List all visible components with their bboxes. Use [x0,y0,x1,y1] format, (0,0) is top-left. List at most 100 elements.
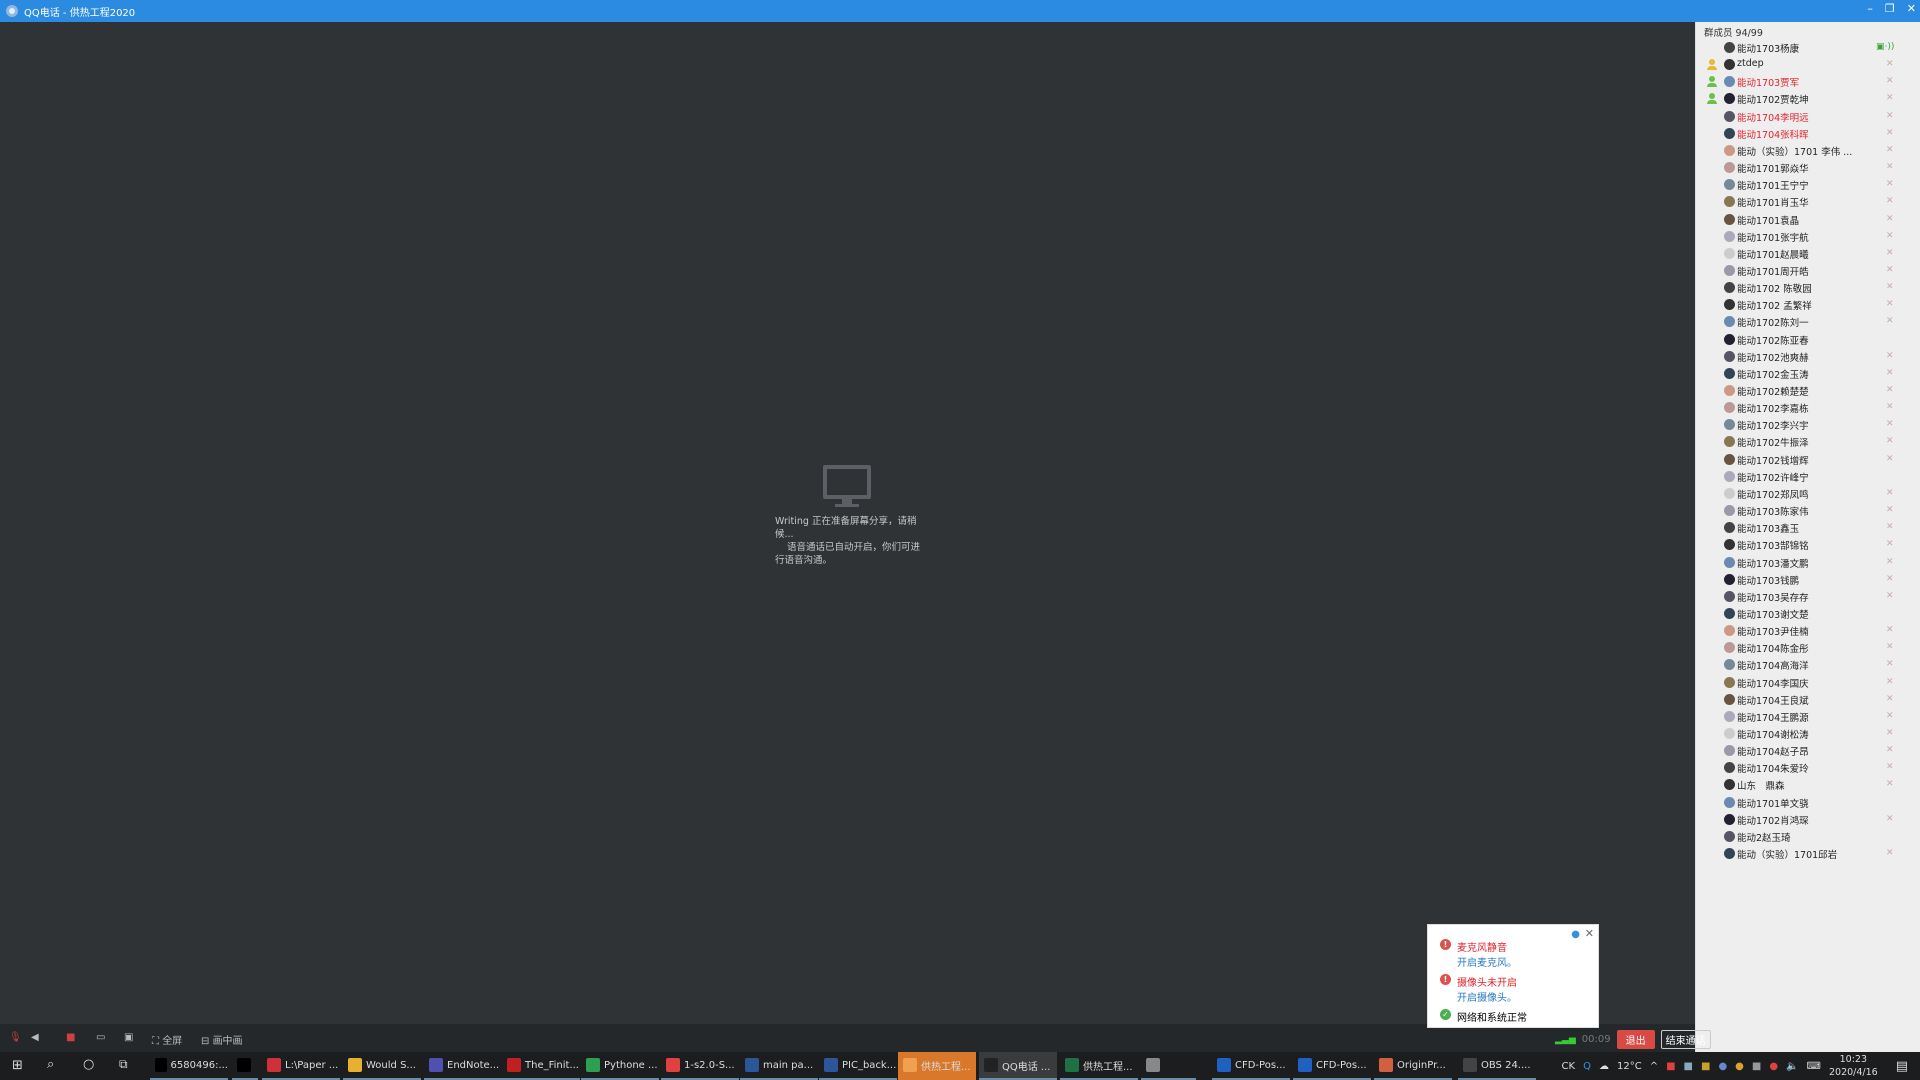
share-screen-icon[interactable]: ▭ [96,1032,105,1043]
member-row[interactable]: 能动1701肖玉华 ✕ [1696,193,1914,210]
member-row[interactable]: 能动1703钱鹏 ✕ [1696,571,1914,588]
member-row[interactable]: 能动1703陈家伟 ✕ [1696,502,1914,519]
member-row[interactable]: 能动1701郭焱华 ✕ [1696,159,1914,176]
member-row[interactable]: 能动1702陈亚春 [1696,331,1914,348]
taskbar-app[interactable]: main pa... [740,1052,818,1080]
member-row[interactable]: 能动1702 陈敬园 ✕ [1696,279,1914,296]
taskbar-app[interactable] [232,1052,258,1080]
member-row[interactable]: 能动1701赵晨曦 ✕ [1696,245,1914,262]
member-row[interactable]: 能动1702金玉涛 ✕ [1696,365,1914,382]
clock[interactable]: 10:23 2020/4/16 [1829,1053,1878,1079]
mic-muted-icon[interactable]: 🎙 [9,1032,22,1043]
member-row[interactable]: 能动1704陈金彤 ✕ [1696,639,1914,656]
taskbar-app[interactable]: L:\Paper ... [262,1052,340,1080]
restore-button[interactable]: ❐ [1885,2,1895,15]
volume-icon[interactable]: 🔈 [1786,1061,1798,1072]
member-row[interactable]: 能动2赵玉琦 [1696,828,1914,845]
member-row[interactable]: 能动1701王宁宁 ✕ [1696,176,1914,193]
enable-camera-link[interactable]: 开启摄像头。 [1457,989,1517,1004]
tray-app-icon[interactable]: ■ [1684,1061,1693,1072]
taskbar-app[interactable]: EndNote... [424,1052,502,1080]
taskbar-app[interactable]: CFD-Pos... [1212,1052,1290,1080]
member-row[interactable]: 能动1704李国庆 ✕ [1696,674,1914,691]
member-row[interactable]: 山东 鼎森 ✕ [1696,776,1914,793]
enable-mic-link[interactable]: 开启麦克风。 [1457,954,1517,969]
member-row[interactable]: 能动1701周开皓 ✕ [1696,262,1914,279]
taskbar-app[interactable]: OriginPr... [1374,1052,1452,1080]
weather-icon[interactable]: ☁ [1599,1061,1609,1072]
taskbar-app[interactable]: PIC_back... [819,1052,897,1080]
member-row[interactable]: 能动1703潘文鹏 ✕ [1696,554,1914,571]
member-row[interactable]: 能动1704高海洋 ✕ [1696,656,1914,673]
member-row[interactable]: ztdep ✕ [1696,56,1914,73]
taskbar-app[interactable]: 供热工程... [1060,1052,1138,1080]
taskbar-app[interactable]: 供热工程... [898,1052,976,1080]
member-row[interactable]: 能动1703鑫玉 ✕ [1696,519,1914,536]
popup-close-icon[interactable]: ✕ [1585,927,1594,940]
member-row[interactable]: 能动1702赖楚楚 ✕ [1696,382,1914,399]
taskbar-app[interactable]: QQ电话 ... [979,1052,1057,1080]
pip-button[interactable]: ⊟ 画中画 [201,1032,243,1047]
tray-app-icon[interactable]: ● [1735,1061,1744,1072]
tray-app-icon[interactable]: ● [1718,1061,1727,1072]
member-row[interactable]: 能动1703吴存存 ✕ [1696,588,1914,605]
taskbar-app[interactable]: CFD-Pos... [1293,1052,1371,1080]
member-row[interactable]: 能动1704王鹏源 ✕ [1696,708,1914,725]
taskbar-app[interactable]: 1-s2.0-S... [661,1052,739,1080]
tray-app-icon[interactable]: ■ [1666,1061,1675,1072]
taskbar-app[interactable]: The_Finit... [502,1052,580,1080]
camera-off-icon[interactable]: ■ [66,1032,75,1043]
help-icon[interactable]: ● [1571,929,1580,940]
member-row[interactable]: 能动1702郑凤鸣 ✕ [1696,485,1914,502]
tray-app-icon[interactable]: ■ [1752,1061,1761,1072]
windows-start-icon[interactable]: ⊞ [12,1058,23,1073]
taskbar-app[interactable]: 6580496:... [150,1052,228,1080]
member-row[interactable]: 能动1703贾军 ✕ [1696,73,1914,90]
member-row[interactable]: 能动1703尹佳楠 ✕ [1696,622,1914,639]
close-button[interactable]: ✕ [1907,2,1916,15]
search-icon[interactable]: ⌕ [47,1057,54,1072]
qq-tray-icon[interactable]: ● [1769,1061,1778,1072]
tray-expand-icon[interactable]: ^ [1650,1061,1658,1072]
member-row[interactable]: 能动1702钱增辉 ✕ [1696,451,1914,468]
member-row[interactable]: 能动1704李明远 ✕ [1696,108,1914,125]
cortana-icon[interactable]: ○ [83,1057,94,1072]
member-row[interactable]: 能动1701张宇航 ✕ [1696,228,1914,245]
task-view-icon[interactable]: ⧉ [119,1057,128,1072]
member-row[interactable]: 能动1702李兴宇 ✕ [1696,416,1914,433]
presentation-icon[interactable]: ▣ [124,1032,133,1043]
keyboard-icon[interactable]: ⌨ [1807,1061,1821,1072]
tray-app-icon[interactable]: ■ [1701,1061,1710,1072]
member-row[interactable]: 能动1704王良斌 ✕ [1696,691,1914,708]
weather-temp[interactable]: 12°C [1617,1061,1642,1072]
member-row[interactable]: 能动1701单文骁 [1696,794,1914,811]
qq-input-icon[interactable]: Q [1583,1061,1591,1072]
member-row[interactable]: 能动1702肖鸿琛 ✕ [1696,811,1914,828]
member-row[interactable]: 能动1704谢松涛 ✕ [1696,725,1914,742]
member-row[interactable]: 能动1703郜锦铭 ✕ [1696,536,1914,553]
notification-icon[interactable]: ▤ [1896,1059,1908,1074]
member-row[interactable]: 能动1702陈刘一 ✕ [1696,313,1914,330]
end-call-button[interactable]: 结束通话 [1660,1030,1711,1049]
member-row[interactable]: 能动（实验）1701 李伟 ... ✕ [1696,142,1914,159]
member-row[interactable]: 能动1704张科晖 ✕ [1696,125,1914,142]
taskbar-app[interactable] [1141,1052,1196,1080]
member-row[interactable]: 能动1704赵子昂 ✕ [1696,742,1914,759]
member-row[interactable]: 能动1702牛振泽 ✕ [1696,433,1914,450]
member-row[interactable]: 能动1702 孟繁祥 ✕ [1696,296,1914,313]
member-row[interactable]: 能动（实验）1701邱岩 ✕ [1696,845,1914,862]
fullscreen-button[interactable]: ⛶ 全屏 [152,1032,182,1047]
taskbar-app[interactable]: OBS 24.... [1458,1052,1536,1080]
ime-indicator[interactable]: CK [1562,1061,1576,1072]
taskbar-app[interactable]: Would S... [343,1052,421,1080]
member-row[interactable]: 能动1701袁晶 ✕ [1696,211,1914,228]
member-row[interactable]: 能动1703谢文楚 [1696,605,1914,622]
member-row[interactable]: 能动1702贾乾坤 ✕ [1696,90,1914,107]
minimize-button[interactable]: – [1867,2,1873,15]
taskbar-app[interactable]: Pythone ... [581,1052,659,1080]
member-row[interactable]: 能动1702许峰宁 [1696,468,1914,485]
member-row[interactable]: 能动1702李嘉栋 ✕ [1696,399,1914,416]
exit-button[interactable]: 退出 [1616,1030,1655,1049]
member-row[interactable]: 能动1704朱爱玲 ✕ [1696,759,1914,776]
speaker-icon[interactable]: ◀ [31,1032,39,1043]
